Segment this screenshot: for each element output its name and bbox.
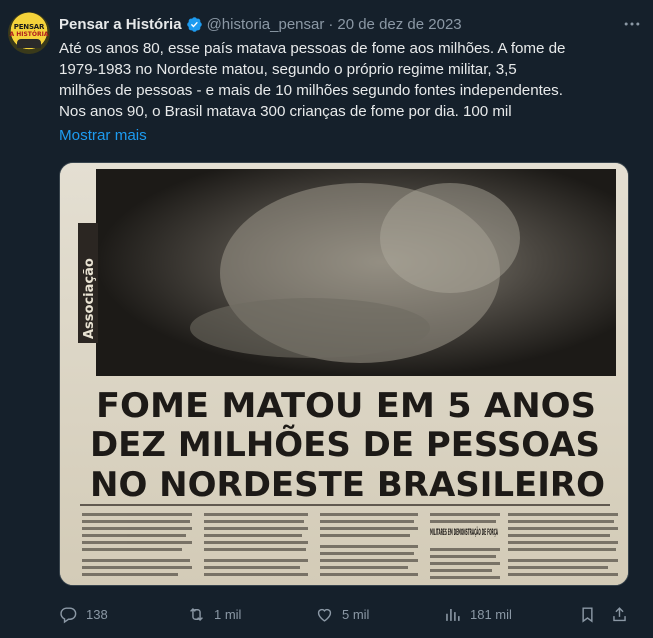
tweet-media-image[interactable]: Associação FOME MATOU EM 5 ANOS DEZ MILH… [59,162,629,586]
bookmark-button[interactable] [578,600,597,628]
share-button[interactable] [610,600,629,628]
photo-hand-shape [190,298,430,358]
tweet-header: Pensar a História @historia_pensar · 20 … [59,12,462,36]
show-more-link[interactable]: Mostrar mais [59,127,147,144]
headline-line-3: NO NORDESTE BRASILEIRO [90,465,605,505]
reply-count: 138 [86,606,108,622]
reply-icon [60,606,77,623]
author-name[interactable]: Pensar a História [59,16,182,33]
more-options-icon[interactable] [622,14,642,34]
headline-line-2: DEZ MILHÕES DE PESSOAS [90,424,600,465]
repost-button[interactable]: 1 mil [187,600,241,628]
tweet-date[interactable]: 20 de dez de 2023 [337,16,461,33]
tweet-text-line: Nos anos 90, o Brasil matava 300 criança… [59,103,512,120]
header-separator: · [328,15,334,33]
tweet-text-line: 1979-1983 no Nordeste matou, segundo o p… [59,61,517,78]
avatar-silhouette [17,39,41,48]
like-icon [317,608,332,622]
headline-line-1: FOME MATOU EM 5 ANOS [96,386,596,426]
bookmark-icon [582,606,593,623]
subheadline: MILITARES EM DEMONSTRAÇÃO DE FORÇA [430,527,498,538]
verified-badge-icon[interactable] [186,16,203,33]
like-count: 5 mil [342,606,370,622]
tweet-action-bar: 138 1 mil 5 mil 181 mil [59,600,639,628]
like-button[interactable]: 5 mil [315,600,369,628]
share-icon [613,606,626,621]
avatar-text-top: PENSAR [13,23,45,31]
author-avatar[interactable]: PENSAR A HISTÓRIA [8,12,50,54]
tweet-text-line: milhões de pessoas - e mais de 10 milhõe… [59,82,563,99]
section-label: Associação [82,258,97,339]
tweet-text: Até os anos 80, esse país matava pessoas… [59,38,639,122]
tweet-card[interactable]: PENSAR A HISTÓRIA Pensar a História @his… [0,0,653,638]
views-button[interactable]: 181 mil [443,600,512,628]
reply-button[interactable]: 138 [59,600,108,628]
tweet-text-line: Até os anos 80, esse país matava pessoas… [59,40,566,57]
repost-count: 1 mil [214,606,242,622]
author-handle[interactable]: @historia_pensar [207,16,325,33]
avatar-text-bottom: A HISTÓRIA [9,31,49,38]
views-icon [446,608,460,621]
photo-head-highlight [380,183,520,293]
views-count: 181 mil [470,606,512,622]
repost-icon [190,607,203,621]
